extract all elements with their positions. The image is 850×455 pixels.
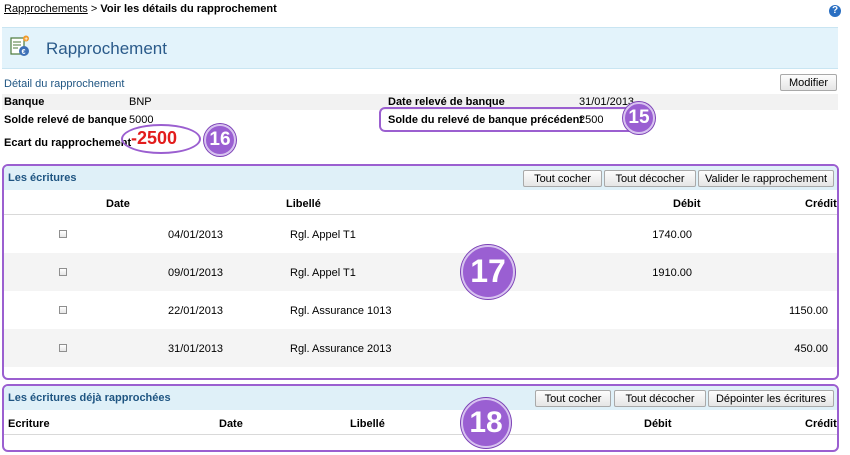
entries-col-date: Date xyxy=(106,198,130,210)
page-title: Rapprochement xyxy=(46,39,167,58)
entries-check-all-button[interactable]: Tout cocher xyxy=(523,170,602,187)
row-date: 09/01/2013 xyxy=(168,267,224,279)
reconciled-check-all-button[interactable]: Tout cocher xyxy=(535,390,611,407)
detail-section-label: Détail du rapprochement xyxy=(4,78,125,90)
entries-col-debit: Débit xyxy=(673,198,701,210)
help-icon[interactable]: ? xyxy=(829,5,841,17)
annotation-badge-18: 18 xyxy=(461,398,511,448)
bank-label: Banque xyxy=(4,96,45,108)
statement-balance-label: Solde relevé de banque xyxy=(4,114,127,126)
row-label: Rgl. Assurance 1013 xyxy=(290,305,392,317)
annotation-badge-15: 15 xyxy=(623,102,655,134)
table-row: 31/01/2013 Rgl. Assurance 2013 450.00 xyxy=(4,329,837,367)
entries-col-credit: Crédit xyxy=(805,198,837,210)
bank-value: BNP xyxy=(129,96,152,108)
svg-text:+: + xyxy=(24,37,28,43)
row-debit: 1740.00 xyxy=(652,229,692,241)
row-label: Rgl. Assurance 2013 xyxy=(290,343,392,355)
row-checkbox[interactable] xyxy=(59,306,67,314)
reconciled-col-credit: Crédit xyxy=(805,418,837,430)
breadcrumb: Rapprochements > Voir les détails du rap… xyxy=(4,3,277,15)
row-date: 22/01/2013 xyxy=(168,305,224,317)
gap-value: -2500 xyxy=(131,128,178,148)
reconciled-col-date: Date xyxy=(219,418,243,430)
entries-col-label: Libellé xyxy=(286,198,321,210)
breadcrumb-current: Voir les détails du rapprochement xyxy=(100,3,277,15)
table-row: 04/01/2013 Rgl. Appel T1 1740.00 xyxy=(4,215,837,253)
modify-button[interactable]: Modifier xyxy=(780,74,837,91)
row-checkbox[interactable] xyxy=(59,230,67,238)
entries-panel: Les écritures Tout cocher Tout décocher … xyxy=(2,164,839,380)
reconciled-uncheck-all-button[interactable]: Tout décocher xyxy=(614,390,706,407)
row-credit: 450.00 xyxy=(794,343,828,355)
row-checkbox[interactable] xyxy=(59,344,67,352)
gap-label: Ecart du rapprochement xyxy=(4,137,132,149)
breadcrumb-separator: > xyxy=(90,3,98,15)
row-debit: 1910.00 xyxy=(652,267,692,279)
annotation-badge-17: 17 xyxy=(461,245,515,299)
entries-title: Les écritures xyxy=(8,172,77,184)
row-date: 31/01/2013 xyxy=(168,343,224,355)
entries-uncheck-all-button[interactable]: Tout décocher xyxy=(604,170,696,187)
reconciliation-euro-icon: € + xyxy=(10,35,29,56)
reconciled-col-debit: Débit xyxy=(644,418,672,430)
row-label: Rgl. Appel T1 xyxy=(290,267,356,279)
row-checkbox[interactable] xyxy=(59,268,67,276)
reconciled-title: Les écritures déjà rapprochées xyxy=(8,392,171,404)
previous-balance-label: Solde du relevé de banque précédent xyxy=(388,114,583,126)
row-date: 04/01/2013 xyxy=(168,229,224,241)
svg-text:€: € xyxy=(22,49,26,56)
table-row: 09/01/2013 Rgl. Appel T1 1910.00 xyxy=(4,253,837,291)
reconciled-panel: Les écritures déjà rapprochées Tout coch… xyxy=(2,384,839,452)
breadcrumb-link-rapprochements[interactable]: Rapprochements xyxy=(4,3,88,15)
row-credit: 1150.00 xyxy=(789,305,828,317)
validate-reconciliation-button[interactable]: Valider le rapprochement xyxy=(698,170,834,187)
table-row: 22/01/2013 Rgl. Assurance 1013 1150.00 xyxy=(4,291,837,329)
previous-balance-value: 2500 xyxy=(579,114,604,126)
reconciled-col-label: Libellé xyxy=(350,418,385,430)
row-label: Rgl. Appel T1 xyxy=(290,229,356,241)
reconciled-col-entry: Ecriture xyxy=(8,418,50,430)
unpoint-entries-button[interactable]: Dépointer les écritures xyxy=(708,390,834,407)
annotation-badge-16: 16 xyxy=(204,124,236,156)
reconciled-header-divider xyxy=(4,434,837,435)
